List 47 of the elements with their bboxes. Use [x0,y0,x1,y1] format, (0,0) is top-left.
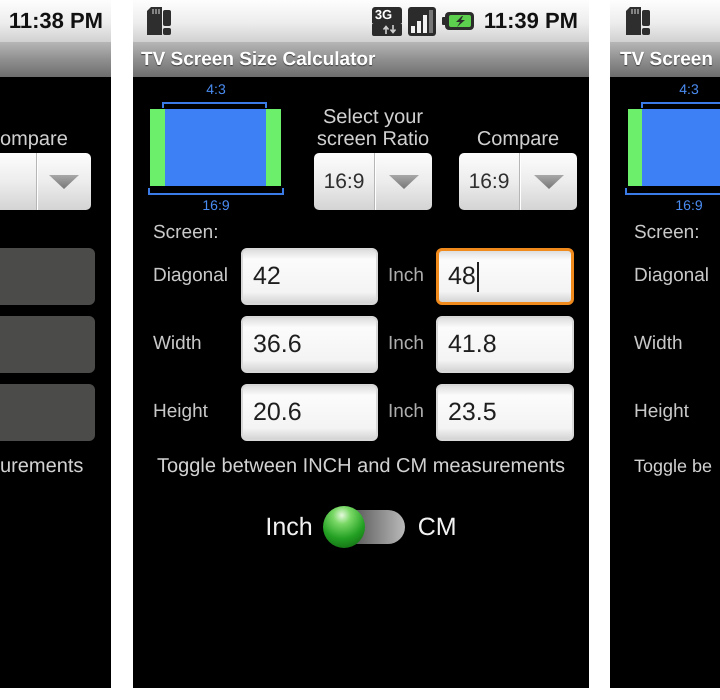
dimension-field[interactable]: 20.6 [241,384,378,441]
compare-dropdown[interactable]: 16:9 [459,153,577,210]
toggle-caption: Toggle be [633,455,714,478]
unit-option-label: Inch [265,512,313,542]
dimension-field[interactable]: 42 [241,248,378,305]
unit-label: Inch [388,264,425,288]
status-time: 11:38 PM [8,8,103,34]
aspect-ratio-label: 4:3 [679,82,699,97]
sd-card-warning-icon [146,7,172,35]
compare-field[interactable]: 41.8 [436,316,574,373]
status-time: 11:39 PM [484,8,578,34]
data-arrows-icon [372,22,402,36]
caret-icon [49,174,79,188]
unit-label: Inch [388,400,425,424]
sd-card-warning-icon [625,7,651,35]
toggle-caption: urements [0,454,84,478]
compare-field[interactable]: 48 [436,248,574,305]
app-title: TV Screen [619,48,713,72]
ratio-dropdown[interactable]: 16:9 [314,153,432,210]
battery-charging-icon [442,12,474,30]
compare-label: ompare [0,128,68,150]
dimension-label: Height [153,400,209,424]
network-type-label: 3G [372,6,402,22]
dimension-label: Height [634,400,689,424]
aspect-ratio-label: 4:3 [206,82,226,97]
toggle-caption: Toggle between INCH and CM measurements [156,454,566,478]
compare-field[interactable]: 23.5 [436,384,574,441]
ratio-select-label: Select your screen Ratio [316,106,430,150]
unit-option-label: CM [418,512,457,542]
signal-icon [408,6,436,36]
aspect-ratio-label: 16:9 [675,198,703,213]
compare-dropdown[interactable] [0,153,91,210]
text-cursor-icon [476,262,479,292]
unit-toggle-switch[interactable] [322,504,405,550]
dimension-label: Width [153,332,203,356]
aspect-ratio-label: 16:9 [202,198,230,213]
compare-label: Compare [476,128,560,150]
dimension-label: Diagonal [153,264,229,288]
caret-icon [388,174,418,188]
caret-icon [534,174,564,188]
screen-heading: Screen: [633,222,700,243]
unit-label: Inch [388,332,425,356]
screen-heading: Screen: [152,222,220,243]
dimension-label: Diagonal [634,264,709,288]
app-title: TV Screen Size Calculator [140,48,376,72]
dimension-label: Width [634,332,683,356]
dimension-field[interactable]: 36.6 [241,316,378,373]
